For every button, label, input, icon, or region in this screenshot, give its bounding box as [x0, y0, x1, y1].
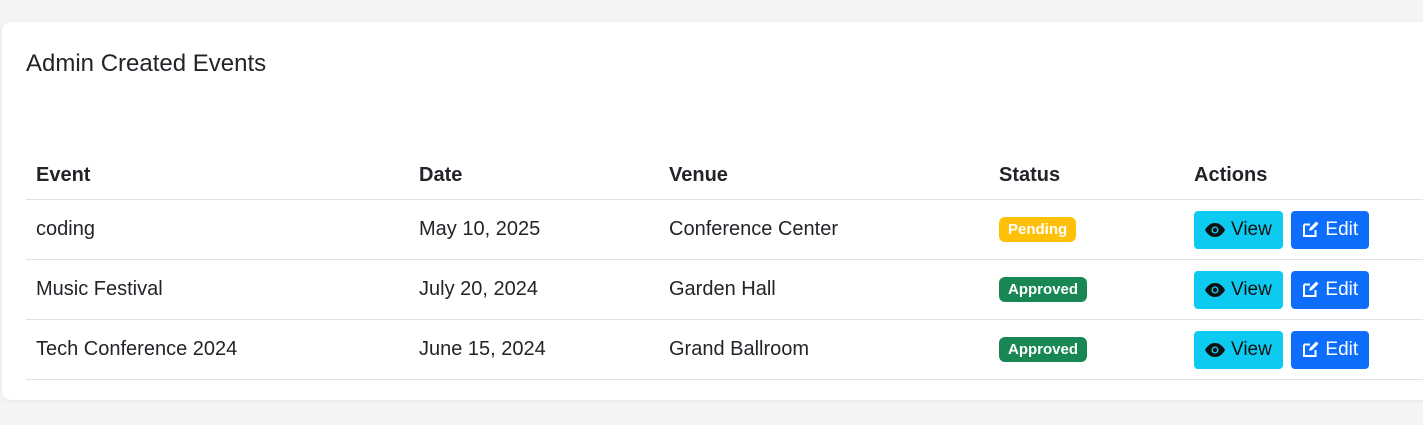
view-button-label: View: [1231, 278, 1272, 300]
event-name: Tech Conference 2024: [26, 319, 409, 380]
view-button[interactable]: View: [1194, 210, 1283, 249]
event-date: May 10, 2025: [409, 199, 659, 260]
actions-cell: View Edit: [1184, 199, 1423, 260]
event-name: coding: [26, 199, 409, 260]
view-button-label: View: [1231, 218, 1272, 240]
header-actions: Actions: [1184, 151, 1423, 200]
view-button[interactable]: View: [1194, 270, 1283, 309]
edit-button[interactable]: Edit: [1291, 270, 1370, 309]
events-table: Event Date Venue Status Actions coding M…: [26, 151, 1423, 380]
edit-icon: [1302, 221, 1319, 238]
header-event: Event: [26, 151, 409, 200]
table-row: Music Festival July 20, 2024 Garden Hall…: [26, 259, 1423, 320]
status-badge: Approved: [999, 277, 1088, 302]
edit-icon: [1302, 281, 1319, 298]
event-date: June 15, 2024: [409, 319, 659, 380]
eye-icon: [1205, 342, 1225, 357]
view-button[interactable]: View: [1194, 330, 1283, 369]
actions-cell: View Edit: [1184, 259, 1423, 320]
events-card: Admin Created Events Event Date Venue St…: [2, 22, 1423, 400]
event-venue: Conference Center: [659, 199, 989, 260]
edit-button-label: Edit: [1325, 218, 1359, 240]
eye-icon: [1205, 222, 1225, 237]
view-button-label: View: [1231, 338, 1272, 360]
edit-button-label: Edit: [1325, 338, 1359, 360]
eye-icon: [1205, 282, 1225, 297]
header-date: Date: [409, 151, 659, 200]
edit-button[interactable]: Edit: [1291, 210, 1370, 249]
status-cell: Approved: [989, 259, 1184, 320]
status-badge: Approved: [999, 337, 1088, 362]
event-venue: Grand Ballroom: [659, 319, 989, 380]
event-date: July 20, 2024: [409, 259, 659, 320]
header-status: Status: [989, 151, 1184, 200]
status-cell: Approved: [989, 319, 1184, 380]
status-cell: Pending: [989, 199, 1184, 260]
edit-button-label: Edit: [1325, 278, 1359, 300]
card-title: Admin Created Events: [26, 50, 267, 77]
table-row: coding May 10, 2025 Conference Center Pe…: [26, 199, 1423, 260]
table-row: Tech Conference 2024 June 15, 2024 Grand…: [26, 319, 1423, 380]
edit-button[interactable]: Edit: [1291, 330, 1370, 369]
status-badge: Pending: [999, 217, 1077, 242]
table-header-row: Event Date Venue Status Actions: [26, 151, 1423, 200]
edit-icon: [1302, 341, 1319, 358]
header-venue: Venue: [659, 151, 989, 200]
actions-cell: View Edit: [1184, 319, 1423, 380]
event-name: Music Festival: [26, 259, 409, 320]
event-venue: Garden Hall: [659, 259, 989, 320]
